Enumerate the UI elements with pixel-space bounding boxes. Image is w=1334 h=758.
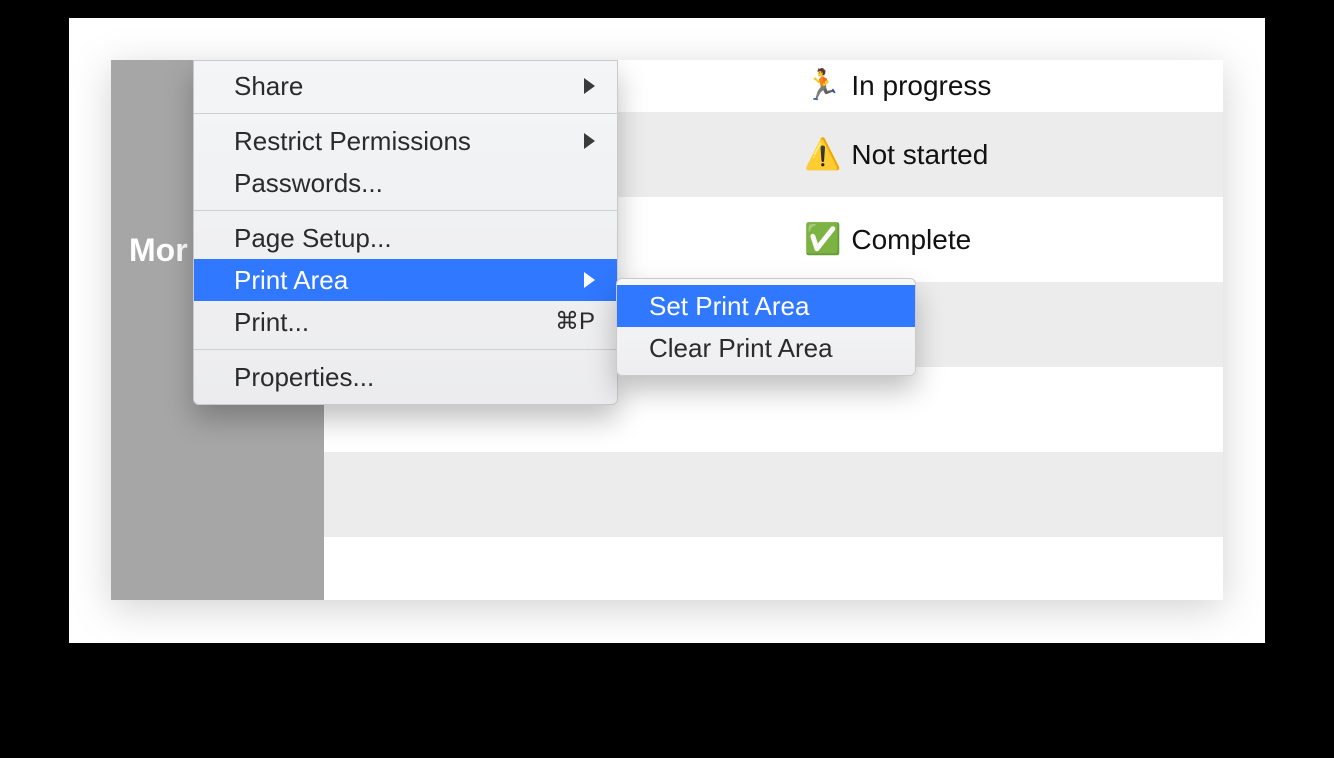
screenshot-stage: Mor 🏃 In progress age ⚠️ xyxy=(69,18,1265,643)
spreadsheet: Mor 🏃 In progress age ⚠️ xyxy=(111,60,1223,600)
menu-item-print[interactable]: Print... ⌘P xyxy=(194,301,617,343)
menu-item-share[interactable]: Share xyxy=(194,65,617,107)
chevron-right-icon xyxy=(584,78,595,94)
submenu-item-clear-print-area[interactable]: Clear Print Area xyxy=(617,327,915,369)
print-area-submenu: Set Print Area Clear Print Area xyxy=(616,278,916,376)
menu-separator xyxy=(194,113,617,114)
sheet-shadow-wrap: Mor 🏃 In progress age ⚠️ xyxy=(111,60,1223,643)
menu-separator xyxy=(194,349,617,350)
cell-status[interactable]: ⚠️ Not started xyxy=(792,139,1110,171)
screenshot-card: Mor 🏃 In progress age ⚠️ xyxy=(69,18,1265,643)
menu-item-page-setup[interactable]: Page Setup... xyxy=(194,217,617,259)
menu-item-print-area[interactable]: Print Area xyxy=(194,259,617,301)
row-header-label: Mor xyxy=(129,232,188,269)
menu-item-restrict-permissions[interactable]: Restrict Permissions xyxy=(194,120,617,162)
status-text: Complete xyxy=(851,224,971,256)
shortcut-label: ⌘P xyxy=(555,301,595,343)
chevron-right-icon xyxy=(584,272,595,288)
chevron-right-icon xyxy=(584,133,595,149)
status-icon-not-started: ⚠️ xyxy=(804,140,841,170)
cell-status[interactable]: 🏃 In progress xyxy=(792,70,1110,102)
menu-item-passwords[interactable]: Passwords... xyxy=(194,162,617,204)
submenu-item-set-print-area[interactable]: Set Print Area xyxy=(617,285,915,327)
status-icon-complete: ✅ xyxy=(804,225,841,255)
table-row xyxy=(324,452,1223,537)
cell-status[interactable]: ✅ Complete xyxy=(792,224,1110,256)
menu-item-properties[interactable]: Properties... xyxy=(194,356,617,398)
status-text: Not started xyxy=(851,139,988,171)
status-text: In progress xyxy=(851,70,991,102)
status-icon-in-progress: 🏃 xyxy=(804,71,841,101)
context-menu: Share Restrict Permissions Passwords... … xyxy=(193,60,618,405)
menu-separator xyxy=(194,210,617,211)
